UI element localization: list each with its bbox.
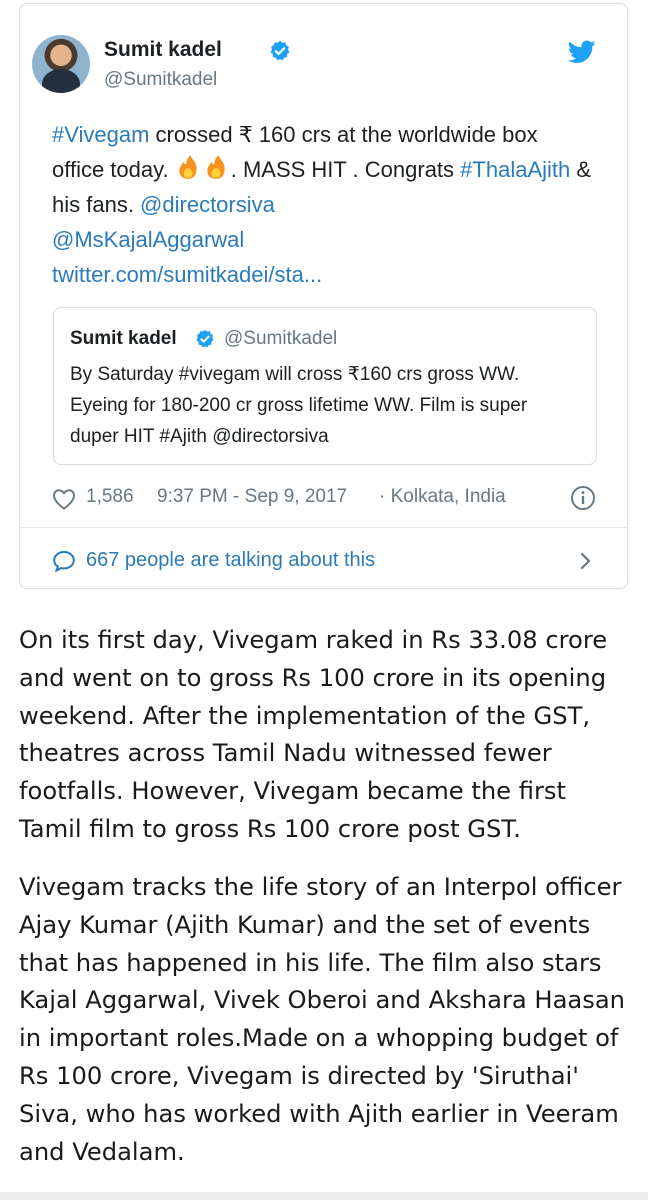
twitter-icon[interactable] xyxy=(568,40,596,64)
comment-icon xyxy=(53,550,75,572)
tweet-text-segment: . MASS HIT . Congrats xyxy=(230,157,461,182)
talking-about-row[interactable]: 667 people are talking about this xyxy=(52,548,600,574)
tweet-text: #Vivegam crossed ₹ 160 crs at the worldw… xyxy=(52,117,592,292)
bottom-edge xyxy=(0,1192,648,1200)
heart-icon[interactable] xyxy=(52,488,76,510)
fire-icon xyxy=(179,155,197,179)
tweet-url-link[interactable]: twitter.com/sumitkadei/sta... xyxy=(52,262,322,287)
tweet-location[interactable]: · Kolkata, India xyxy=(379,486,506,508)
hashtag-vivegam-link[interactable]: #Vivegam xyxy=(52,122,149,147)
verified-icon xyxy=(270,40,290,61)
tweet-divider xyxy=(19,527,628,528)
fire-icon xyxy=(207,155,225,179)
quoted-author-name: Sumit kadel xyxy=(70,328,177,349)
verified-icon xyxy=(196,329,214,348)
like-count[interactable]: 1,586 xyxy=(86,486,134,508)
author-handle[interactable]: @Sumitkadel xyxy=(104,69,217,91)
tweet-timestamp[interactable]: 9:37 PM - Sep 9, 2017 xyxy=(157,486,347,508)
article-paragraph: Vivegam tracks the life story of an Inte… xyxy=(19,873,625,1166)
article-paragraph: On its first day, Vivegam raked in Rs 33… xyxy=(19,626,608,843)
hashtag-thalaajith-link[interactable]: #ThalaAjith xyxy=(460,157,570,182)
talking-about-text[interactable]: 667 people are talking about this xyxy=(86,549,375,572)
info-icon[interactable] xyxy=(570,485,596,511)
chevron-right-icon[interactable] xyxy=(578,550,594,572)
tweet-meta-row: 1,586 9:37 PM - Sep 9, 2017 · Kolkata, I… xyxy=(52,485,602,511)
quoted-tweet-card[interactable]: Sumit kadel @Sumitkadel By Saturday #viv… xyxy=(53,307,597,465)
quoted-author-handle: @Sumitkadel xyxy=(224,328,338,349)
quoted-tweet-text: By Saturday #vivegam will cross ₹160 crs… xyxy=(70,364,528,447)
mention-directorsiva-link[interactable]: @directorsiva xyxy=(140,192,275,217)
author-avatar[interactable] xyxy=(32,35,90,93)
mention-mskajalaggarwal-link[interactable]: @MsKajalAggarwal xyxy=(52,227,244,252)
author-name[interactable]: Sumit kadel xyxy=(104,38,222,62)
